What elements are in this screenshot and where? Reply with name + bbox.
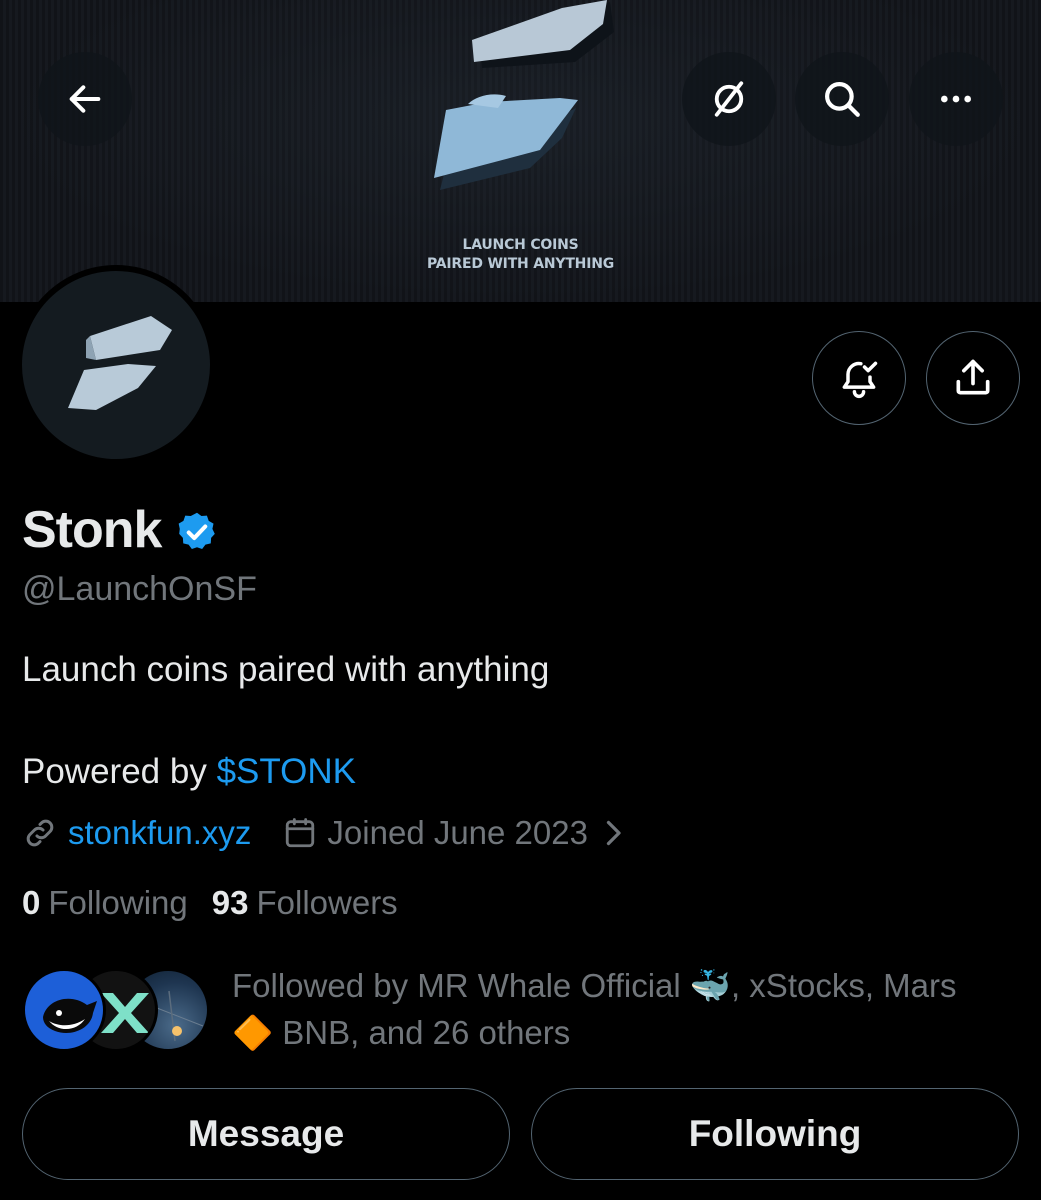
banner-logo-icon [434,0,614,190]
followed-by-part2: , xStocks, Mars [730,967,957,1004]
search-icon [825,82,860,117]
grok-icon [714,81,744,117]
follower-avatar-mr-whale [22,968,106,1052]
joined-date[interactable]: Joined June 2023 [327,814,588,852]
followed-by-part3: BNB, and 26 others [273,1014,571,1051]
whale-emoji-icon: 🐳 [689,967,731,1004]
avatar[interactable] [16,265,216,465]
avatar-image [22,271,210,459]
notifications-button[interactable] [812,331,906,425]
grok-button[interactable] [682,52,776,146]
profile-meta-row: stonkfun.xyz Joined June 2023 [22,814,624,852]
bio-cashtag-link[interactable]: $STONK [217,752,356,791]
more-icon [941,95,971,103]
following-button[interactable]: Following [531,1088,1019,1180]
chevron-right-icon[interactable] [602,818,624,848]
message-button[interactable]: Message [22,1088,510,1180]
link-icon [26,819,54,847]
profile-banner[interactable]: LAUNCH COINS PAIRED WITH ANYTHING [0,0,1041,302]
followed-by-avatars[interactable] [22,968,212,1052]
banner-tagline-line1: LAUNCH COINS [462,237,579,253]
profile-name-row: Stonk [22,500,219,560]
share-button[interactable] [926,331,1020,425]
following-stat[interactable]: 0 Following [22,884,188,922]
followers-count: 93 [211,884,249,921]
share-icon [956,359,990,395]
profile-handle: @LaunchOnSF [22,570,257,608]
bell-check-icon [842,361,878,399]
search-button[interactable] [795,52,889,146]
back-button[interactable] [38,52,132,146]
website-link[interactable]: stonkfun.xyz [68,814,251,852]
banner-tagline-line2: PAIRED WITH ANYTHING [426,256,615,272]
calendar-icon [286,818,315,848]
diamond-emoji-icon: 🔶 [232,1014,274,1051]
following-count: 0 [22,884,41,921]
banner-tagline: LAUNCH COINS PAIRED WITH ANYTHING [0,236,1041,274]
followers-label: Followers [256,884,398,921]
followed-by-text[interactable]: Followed by MR Whale Official 🐳, xStocks… [232,962,1012,1056]
stonk-logo-icon [68,316,172,410]
verified-badge-icon[interactable] [175,510,219,554]
more-button[interactable] [909,52,1003,146]
arrow-left-icon [69,85,101,113]
profile-bio-line2: Powered by $STONK [22,752,356,792]
followers-stat[interactable]: 93 Followers [212,884,398,922]
following-label: Following [48,884,188,921]
followed-by-part1: Followed by MR Whale Official [232,967,690,1004]
profile-name: Stonk [22,501,162,559]
profile-bio-line1: Launch coins paired with anything [22,650,550,689]
profile-stats: 0 Following 93 Followers [22,884,398,922]
bio-powered-prefix: Powered by [22,752,217,791]
